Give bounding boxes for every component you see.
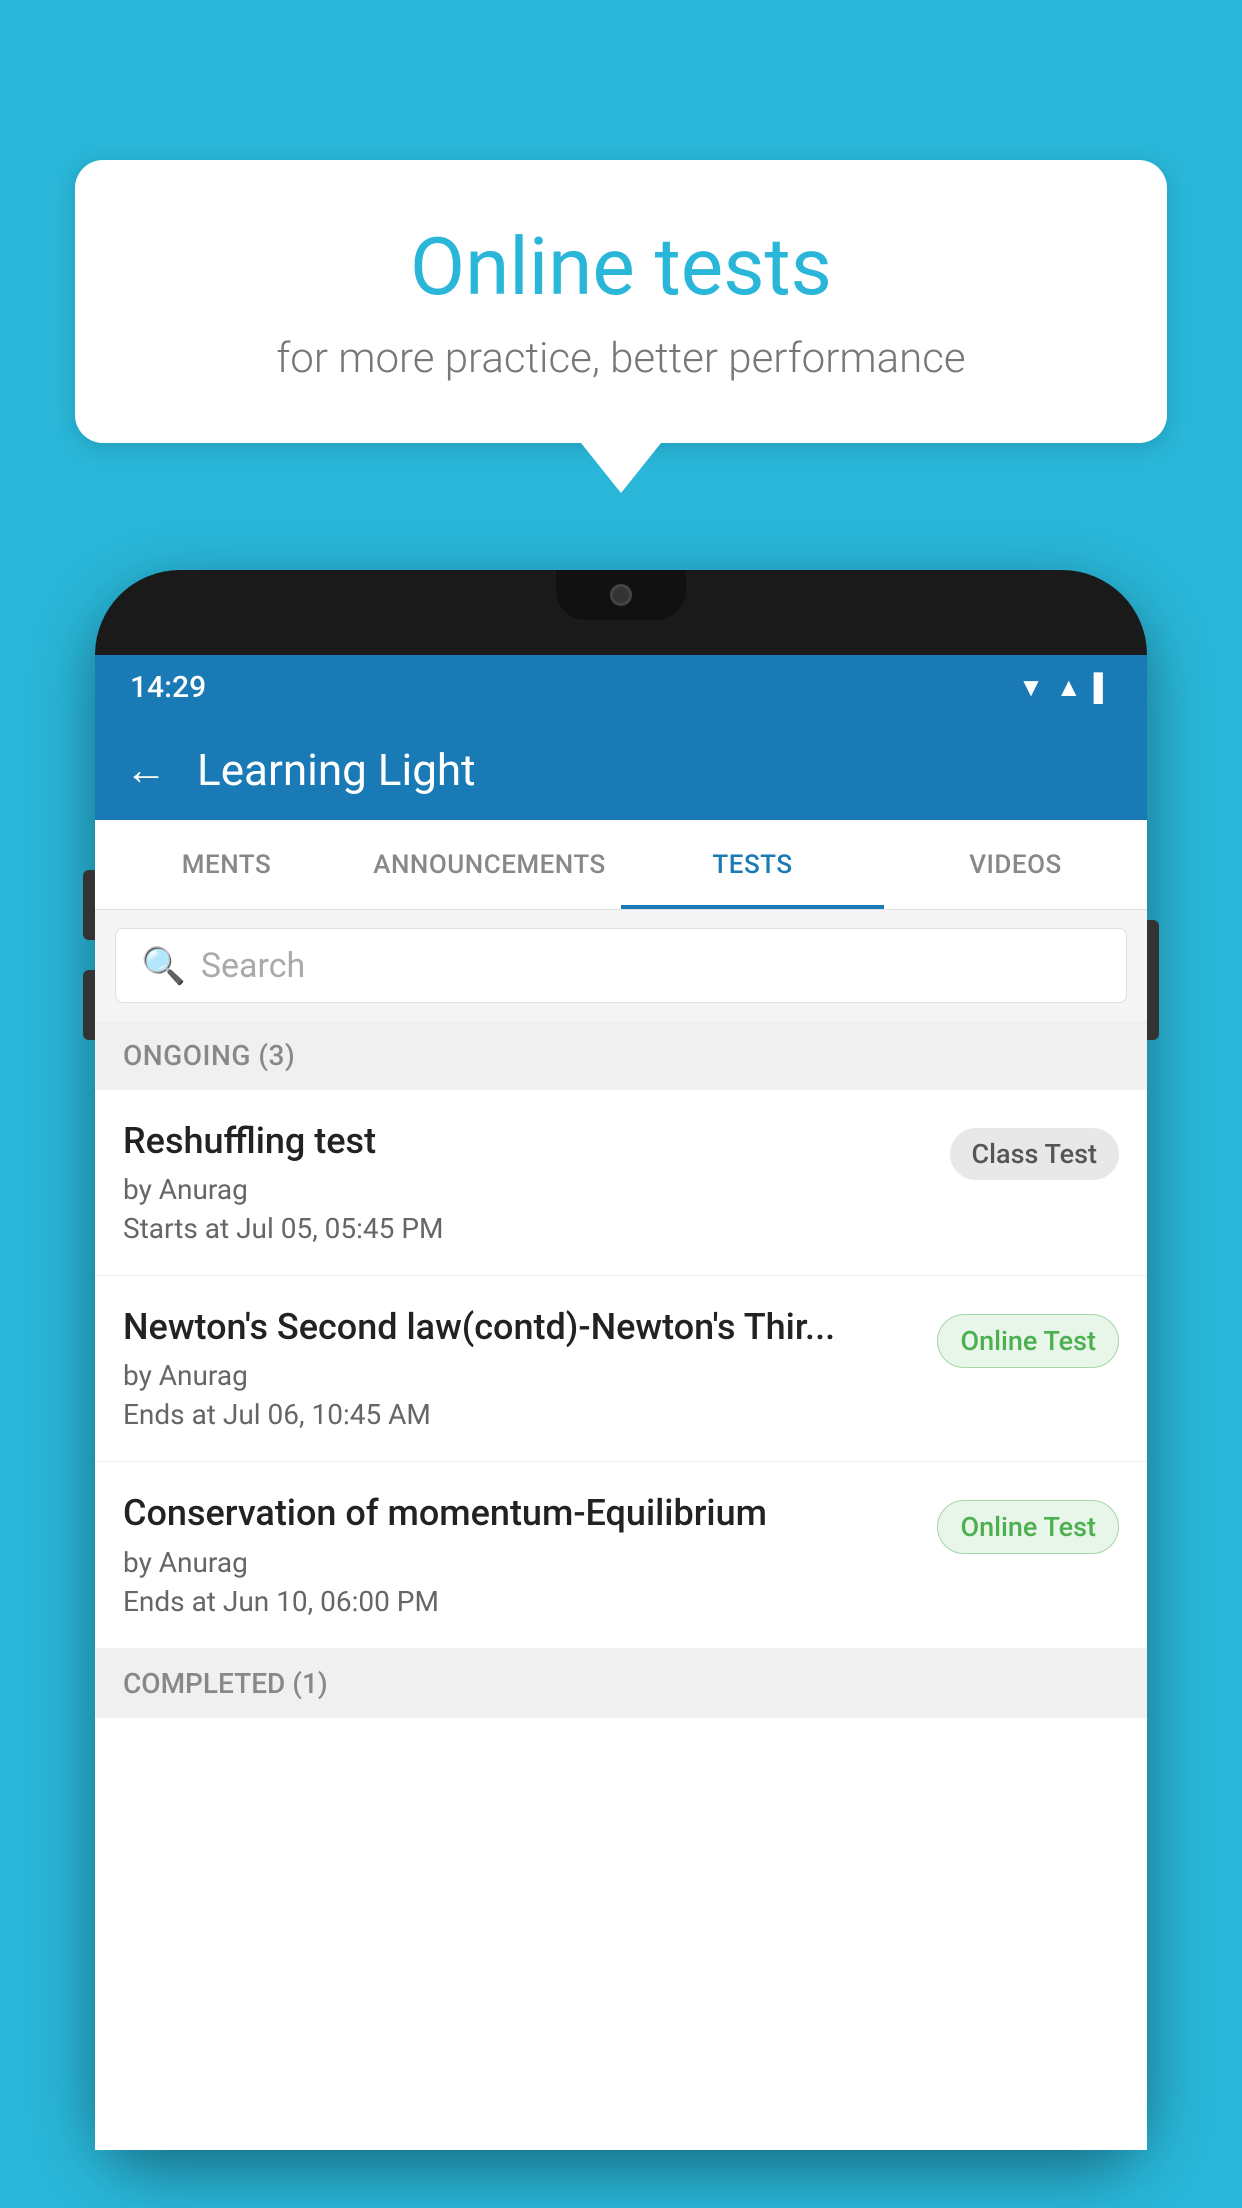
signal-icon: ▲ bbox=[1056, 672, 1082, 703]
class-test-badge: Class Test bbox=[950, 1128, 1120, 1180]
speech-bubble-subtitle: for more practice, better performance bbox=[155, 334, 1087, 383]
app-header: ← Learning Light bbox=[95, 720, 1147, 820]
test-author: by Anurag bbox=[123, 1359, 917, 1392]
online-test-badge: Online Test bbox=[937, 1500, 1119, 1554]
tab-videos[interactable]: VIDEOS bbox=[884, 820, 1147, 909]
test-date: Ends at Jun 10, 06:00 PM bbox=[123, 1585, 917, 1618]
battery-icon: ▌ bbox=[1094, 672, 1112, 703]
test-name: Conservation of momentum-Equilibrium bbox=[123, 1492, 917, 1535]
wifi-icon: ▼ bbox=[1018, 672, 1044, 703]
ongoing-section-title: ONGOING (3) bbox=[123, 1039, 295, 1072]
test-name: Reshuffling test bbox=[123, 1120, 930, 1163]
search-bar[interactable]: 🔍 Search bbox=[115, 928, 1127, 1003]
speech-bubble-container: Online tests for more practice, better p… bbox=[75, 160, 1167, 493]
speech-bubble-title: Online tests bbox=[155, 220, 1087, 314]
back-button[interactable]: ← bbox=[125, 746, 167, 795]
speech-bubble: Online tests for more practice, better p… bbox=[75, 160, 1167, 443]
test-item[interactable]: Newton's Second law(contd)-Newton's Thir… bbox=[95, 1276, 1147, 1462]
test-author: by Anurag bbox=[123, 1546, 917, 1579]
tab-ments[interactable]: MENTS bbox=[95, 820, 358, 909]
test-list: Reshuffling test by Anurag Starts at Jul… bbox=[95, 1090, 1147, 1649]
tab-announcements[interactable]: ANNOUNCEMENTS bbox=[358, 820, 621, 909]
status-bar: 14:29 ▼ ▲ ▌ bbox=[95, 655, 1147, 720]
phone-notch bbox=[556, 570, 686, 620]
completed-section-title: COMPLETED (1) bbox=[123, 1667, 328, 1700]
completed-section-header: COMPLETED (1) bbox=[95, 1649, 1147, 1718]
status-time: 14:29 bbox=[130, 670, 206, 705]
test-date: Starts at Jul 05, 05:45 PM bbox=[123, 1212, 930, 1245]
front-camera bbox=[610, 584, 632, 606]
phone-container: 14:29 ▼ ▲ ▌ ← Learning Light MENTS ANNOU… bbox=[95, 570, 1147, 2208]
test-date: Ends at Jul 06, 10:45 AM bbox=[123, 1398, 917, 1431]
speech-bubble-arrow bbox=[581, 443, 661, 493]
volume-down-button[interactable] bbox=[83, 970, 95, 1040]
test-info: Conservation of momentum-Equilibrium by … bbox=[123, 1492, 917, 1617]
power-button[interactable] bbox=[1147, 920, 1159, 1040]
test-info: Reshuffling test by Anurag Starts at Jul… bbox=[123, 1120, 930, 1245]
status-icons: ▼ ▲ ▌ bbox=[1018, 672, 1112, 703]
online-test-badge: Online Test bbox=[937, 1314, 1119, 1368]
test-info: Newton's Second law(contd)-Newton's Thir… bbox=[123, 1306, 917, 1431]
phone-screen: 14:29 ▼ ▲ ▌ ← Learning Light MENTS ANNOU… bbox=[95, 655, 1147, 2150]
search-container: 🔍 Search bbox=[95, 910, 1147, 1021]
phone-top-bezel bbox=[95, 570, 1147, 655]
test-author: by Anurag bbox=[123, 1173, 930, 1206]
volume-up-button[interactable] bbox=[83, 870, 95, 940]
search-placeholder: Search bbox=[201, 946, 305, 986]
test-name: Newton's Second law(contd)-Newton's Thir… bbox=[123, 1306, 917, 1349]
test-item[interactable]: Reshuffling test by Anurag Starts at Jul… bbox=[95, 1090, 1147, 1276]
app-title: Learning Light bbox=[197, 744, 476, 796]
tab-tests[interactable]: TESTS bbox=[621, 820, 884, 909]
tabs-bar: MENTS ANNOUNCEMENTS TESTS VIDEOS bbox=[95, 820, 1147, 910]
test-item[interactable]: Conservation of momentum-Equilibrium by … bbox=[95, 1462, 1147, 1648]
ongoing-section-header: ONGOING (3) bbox=[95, 1021, 1147, 1090]
search-icon: 🔍 bbox=[141, 945, 186, 987]
phone-frame: 14:29 ▼ ▲ ▌ ← Learning Light MENTS ANNOU… bbox=[95, 570, 1147, 2150]
